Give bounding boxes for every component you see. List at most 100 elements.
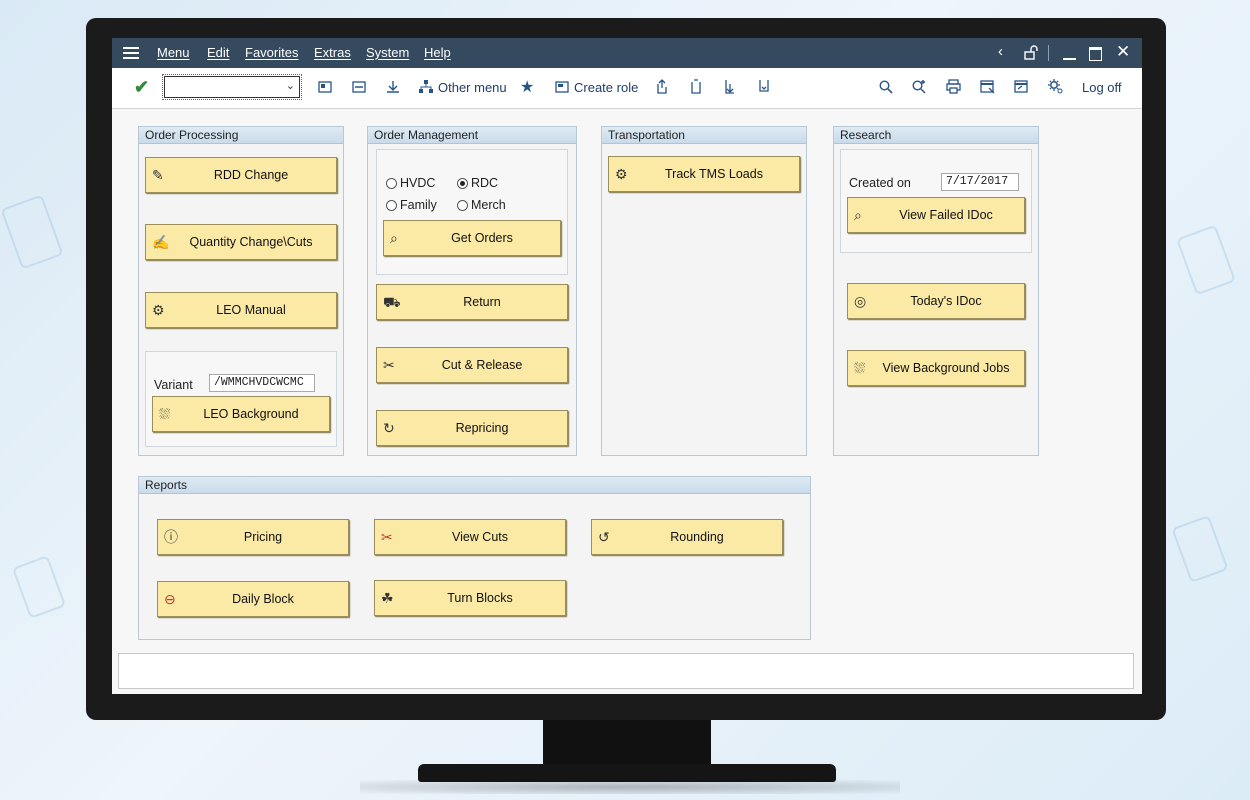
unlock-icon[interactable] xyxy=(1024,45,1038,60)
get-orders-label: Get Orders xyxy=(451,231,513,245)
chevron-left-icon[interactable]: ‹ xyxy=(998,43,1003,60)
view-background-jobs-button[interactable]: ⛆ View Background Jobs xyxy=(847,350,1025,386)
radio-merch-label: Merch xyxy=(471,198,506,212)
research-title: Research xyxy=(834,127,1038,144)
leo-background-button[interactable]: ⛆ LEO Background xyxy=(152,396,330,432)
background-jobs-icon: ⛆ xyxy=(854,360,866,376)
pricing-button[interactable]: ⓘ Pricing xyxy=(157,519,349,555)
radio-circle-selected[interactable] xyxy=(457,177,468,189)
repricing-button[interactable]: ↻ Repricing xyxy=(376,410,568,446)
hamburger-icon[interactable] xyxy=(123,45,139,61)
view-cuts-label: View Cuts xyxy=(451,530,509,544)
sap-screen: Menu Edit Favorites Extras System Help ‹… xyxy=(112,38,1142,694)
radio-circle[interactable] xyxy=(386,199,397,211)
radio-circle[interactable] xyxy=(386,177,397,189)
quantity-change-label: Quantity Change\Cuts xyxy=(189,235,313,249)
get-orders-button[interactable]: ⌕ Get Orders xyxy=(383,220,561,256)
radio-rdc[interactable]: RDC xyxy=(457,176,498,190)
leo-manual-label: LEO Manual xyxy=(216,303,286,317)
rdd-change-label: RDD Change xyxy=(213,168,289,182)
maximize-icon[interactable] xyxy=(1089,47,1102,61)
failed-idoc-group: Created on 7/17/2017 ⌕ View Failed IDoc xyxy=(840,149,1032,253)
rdd-change-button[interactable]: ✎ RDD Change xyxy=(145,157,337,193)
daily-block-button[interactable]: ⊖ Daily Block xyxy=(157,581,349,617)
close-icon[interactable]: ✕ xyxy=(1116,42,1130,62)
turn-blocks-icon: ☘ xyxy=(381,590,394,606)
execute-icon: ⚙ xyxy=(152,302,165,318)
minimize-icon[interactable] xyxy=(1063,58,1076,60)
leo-manual-button[interactable]: ⚙ LEO Manual xyxy=(145,292,337,328)
settings-gear-icon[interactable] xyxy=(1048,79,1063,94)
search-next-icon[interactable] xyxy=(912,79,927,94)
radio-merch[interactable]: Merch xyxy=(457,198,506,212)
move-top-icon[interactable] xyxy=(689,79,703,95)
view-background-jobs-label: View Background Jobs xyxy=(882,361,1010,375)
magnifier-icon: ⌕ xyxy=(854,207,862,223)
daily-block-label: Daily Block xyxy=(232,592,294,606)
return-button[interactable]: ⛟ Return xyxy=(376,284,568,320)
menu-item-favorites[interactable]: Favorites xyxy=(245,45,298,60)
background-job-icon: ⛆ xyxy=(159,406,171,422)
block-icon: ⊖ xyxy=(164,591,176,607)
log-off-button[interactable]: Log off xyxy=(1082,80,1122,95)
favorite-star-icon[interactable]: ★ xyxy=(520,77,534,97)
rounding-label: Rounding xyxy=(670,530,724,544)
download-icon[interactable] xyxy=(386,80,400,94)
view-failed-idoc-button[interactable]: ⌕ View Failed IDoc xyxy=(847,197,1025,233)
new-window-icon[interactable] xyxy=(980,79,995,94)
radio-rdc-label: RDC xyxy=(471,176,499,190)
menu-item-system[interactable]: System xyxy=(366,45,409,60)
menu-item-edit[interactable]: Edit xyxy=(207,45,229,60)
transportation-title: Transportation xyxy=(602,127,806,144)
todays-idoc-button[interactable]: ◎ Today's IDoc xyxy=(847,283,1025,319)
menu-item-menu[interactable]: Menu xyxy=(157,45,190,60)
cut-release-icon: ✂ xyxy=(383,357,395,373)
radio-hvdc[interactable]: HVDC xyxy=(386,176,435,190)
radio-circle[interactable] xyxy=(457,199,468,211)
cut-release-label: Cut & Release xyxy=(441,358,523,372)
radio-family[interactable]: Family xyxy=(386,198,437,212)
rounding-button[interactable]: ↺ Rounding xyxy=(591,519,783,555)
monitor-shadow xyxy=(360,780,900,794)
enter-check-icon[interactable]: ✔ xyxy=(134,77,149,98)
refresh-icon: ↻ xyxy=(383,420,395,436)
return-label: Return xyxy=(463,295,501,309)
create-role-button[interactable]: Create role xyxy=(574,80,638,95)
edit-pencil-icon: ✎ xyxy=(152,167,164,183)
order-processing-title: Order Processing xyxy=(139,127,343,144)
print-icon[interactable] xyxy=(946,79,961,94)
transportation-panel: Transportation ⚙ Track TMS Loads xyxy=(601,126,807,456)
variant-label: Variant xyxy=(154,378,193,392)
other-menu-button[interactable]: Other menu xyxy=(438,80,507,95)
move-up-icon[interactable] xyxy=(655,79,669,95)
search-icon[interactable] xyxy=(879,80,893,94)
move-down-icon[interactable] xyxy=(723,79,737,95)
menu-item-help[interactable]: Help xyxy=(424,45,451,60)
created-on-field[interactable]: 7/17/2017 xyxy=(941,173,1019,191)
order-management-panel: Order Management HVDC RDC Family Merch ⌕… xyxy=(367,126,577,456)
turn-blocks-button[interactable]: ☘ Turn Blocks xyxy=(374,580,566,616)
track-tms-loads-button[interactable]: ⚙ Track TMS Loads xyxy=(608,156,800,192)
todays-idoc-label: Today's IDoc xyxy=(910,294,982,308)
cut-release-button[interactable]: ✂ Cut & Release xyxy=(376,347,568,383)
sap-menu-icon[interactable] xyxy=(318,81,332,93)
hierarchy-icon[interactable] xyxy=(419,80,433,94)
background-decoration xyxy=(1176,224,1236,296)
variant-field[interactable]: /WMMCHVDCWCMC xyxy=(209,374,315,392)
shortcut-icon[interactable] xyxy=(1014,79,1029,94)
track-tms-label: Track TMS Loads xyxy=(665,167,763,181)
background-decoration xyxy=(0,194,64,270)
radio-family-label: Family xyxy=(400,198,437,212)
command-field[interactable]: ⌄ xyxy=(162,74,302,100)
move-bottom-icon[interactable] xyxy=(757,79,771,95)
quantity-change-button[interactable]: ✍ Quantity Change\Cuts xyxy=(145,224,337,260)
command-input[interactable] xyxy=(169,78,281,98)
create-role-icon[interactable] xyxy=(555,81,569,93)
turn-blocks-label: Turn Blocks xyxy=(447,591,513,605)
chevron-down-icon[interactable]: ⌄ xyxy=(286,79,295,92)
order-processing-panel: Order Processing ✎ RDD Change ✍ Quantity… xyxy=(138,126,344,456)
user-menu-icon[interactable] xyxy=(352,81,366,93)
menu-item-extras[interactable]: Extras xyxy=(314,45,351,60)
view-cuts-button[interactable]: ✂ View Cuts xyxy=(374,519,566,555)
reports-panel: Reports ⓘ Pricing ✂ View Cuts ↺ Rounding… xyxy=(138,476,811,640)
